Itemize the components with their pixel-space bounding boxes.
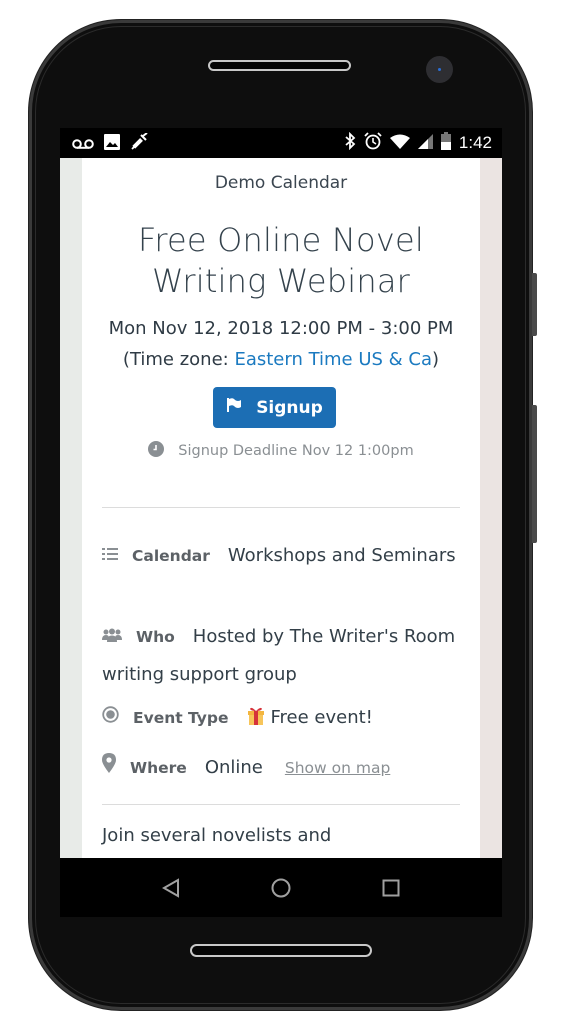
detail-event-type: Event Type Free event!	[102, 699, 462, 739]
front-camera	[426, 56, 453, 83]
detail-value: Workshops and Seminars	[227, 545, 456, 566]
timezone-prefix: (Time zone:	[122, 349, 235, 370]
phone-screen: 1:42 Demo Calendar Free Online Novel Wri…	[60, 128, 502, 917]
syringe-icon	[130, 132, 150, 155]
battery-icon	[440, 132, 451, 154]
event-page: Demo Calendar Free Online Novel Writing …	[82, 158, 480, 858]
show-on-map-link[interactable]: Show on map	[285, 759, 390, 777]
detail-label: Who	[136, 628, 175, 646]
users-icon	[102, 618, 122, 656]
event-datetime: Mon Nov 12, 2018 12:00 PM - 3:00 PM	[108, 318, 454, 339]
signup-deadline-text: Signup Deadline Nov 12 1:00pm	[178, 443, 414, 459]
event-description: Join several novelists and	[102, 825, 332, 846]
detail-where: Where Online Show on map	[102, 749, 462, 787]
bottom-speaker	[190, 944, 372, 957]
clock-icon	[148, 441, 165, 461]
map-marker-icon	[102, 749, 116, 787]
detail-label: Calendar	[132, 547, 210, 565]
volume-button[interactable]	[532, 405, 537, 543]
voicemail-icon	[72, 135, 94, 154]
back-icon[interactable]	[157, 874, 185, 902]
earpiece-speaker	[208, 60, 351, 71]
detail-value: Free event!	[270, 707, 373, 728]
radio-icon	[102, 699, 119, 737]
bluetooth-icon	[344, 131, 356, 154]
flag-icon	[226, 397, 242, 418]
cell-signal-icon	[417, 133, 433, 153]
detail-value: Online	[204, 757, 263, 778]
home-icon[interactable]	[267, 874, 295, 902]
timezone-link[interactable]: Eastern Time US & Ca	[234, 349, 432, 370]
calendar-name: Demo Calendar	[214, 173, 348, 193]
image-icon	[104, 134, 120, 154]
detail-calendar: Calendar Workshops and Seminars	[102, 537, 462, 575]
clock: 1:42	[458, 133, 492, 152]
timezone-suffix: )	[432, 349, 440, 370]
signup-deadline: Signup Deadline Nov 12 1:00pm	[82, 441, 480, 461]
divider	[102, 507, 460, 508]
power-button[interactable]	[532, 273, 537, 336]
detail-who: Who Hosted by The Writer's Room writing s…	[102, 618, 462, 694]
event-title: Free Online Novel Writing Webinar	[138, 221, 424, 300]
gift-icon	[247, 701, 265, 739]
wifi-icon	[389, 134, 410, 153]
list-icon	[102, 537, 118, 575]
page-margin-left	[60, 158, 82, 858]
navigation-bar	[60, 858, 502, 917]
webview: Demo Calendar Free Online Novel Writing …	[60, 158, 502, 858]
event-timezone: (Time zone: Eastern Time US & Ca)	[82, 349, 480, 370]
detail-label: Where	[130, 759, 187, 777]
signup-button[interactable]: Signup	[213, 387, 336, 428]
status-bar: 1:42	[60, 128, 502, 158]
recents-icon[interactable]	[377, 874, 405, 902]
divider	[102, 804, 460, 805]
alarm-icon	[364, 132, 382, 154]
page-margin-right	[480, 158, 502, 858]
detail-label: Event Type	[133, 709, 229, 727]
signup-label: Signup	[256, 397, 323, 418]
